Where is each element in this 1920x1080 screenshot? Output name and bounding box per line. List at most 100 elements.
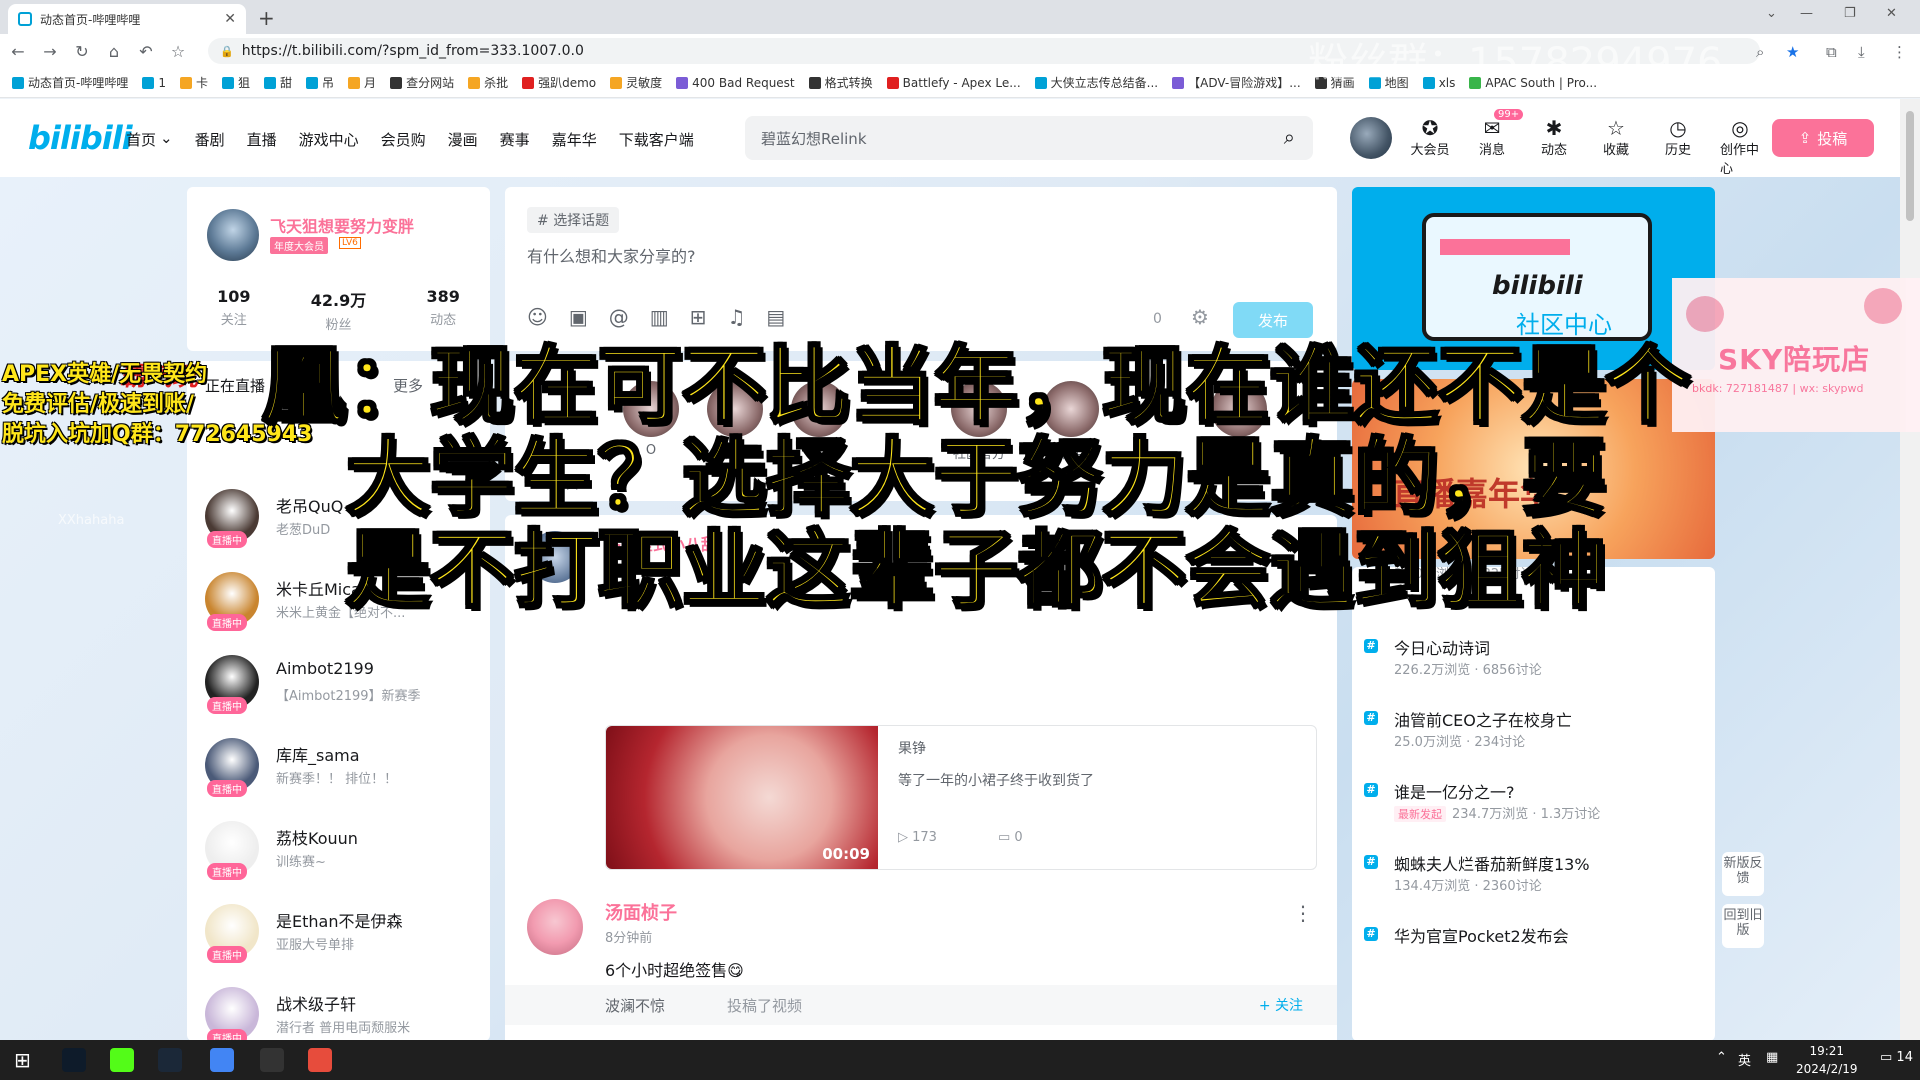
nav-link[interactable]: 会员购 [381,129,426,150]
settings-icon[interactable]: ⚙ [1191,305,1209,329]
nav-link[interactable]: 赛事 [500,129,530,150]
bookmark-item[interactable]: 灵敏度 [610,74,662,91]
live-item[interactable]: 直播中 荔枝Kouun 训练赛~ [205,821,485,891]
live-item[interactable]: 直播中 是Ethan不是伊森 亚服大号单排 [205,904,485,974]
header-dynamic-button[interactable]: ✱ 动态 [1534,117,1574,177]
image-icon[interactable]: ▣ [569,305,588,329]
scrollbar[interactable] [1900,99,1920,1040]
nav-link[interactable]: 直播 [247,129,277,150]
user-card-avatar[interactable] [205,207,261,263]
bilibili-logo[interactable]: bilibili [28,119,133,157]
bookmark-item[interactable]: 400 Bad Request [676,76,795,90]
bookmark-item[interactable]: 格式转换 [808,74,873,91]
clock[interactable]: 19:21 2024/2/19 [1796,1042,1858,1078]
obs-icon[interactable] [260,1048,284,1072]
search-input[interactable]: 碧蓝幻想Relink ⌕ [745,116,1313,160]
close-tab-icon[interactable]: ✕ [224,11,236,27]
ime-grid-icon[interactable]: ▦ [1766,1050,1778,1065]
star-filled-icon[interactable]: ★ [1786,43,1799,61]
restore-icon[interactable]: ❐ [1844,6,1856,21]
header-favorite-button[interactable]: ☆ 收藏 [1596,117,1636,177]
reload-icon[interactable]: ↻ [68,42,96,61]
bookmark-item[interactable]: 月 [348,74,376,91]
minimize-icon[interactable]: — [1800,6,1813,21]
more-options-icon[interactable]: ⋮ [1293,901,1313,925]
app-icon-1[interactable] [62,1048,86,1072]
bookmark-item[interactable]: 动态首页-哔哩哔哩 [12,74,128,91]
browser-tab[interactable]: 动态首页-哔哩哔哩 ✕ [8,4,246,34]
bookmark-item[interactable]: 卡 [179,74,208,91]
gift-icon[interactable]: ⊞ [690,305,707,329]
live-name[interactable]: 库库_sama [276,742,360,766]
user-name[interactable]: 飞天狙想要努力变胖 [270,213,414,237]
user-stat[interactable]: 42.9万 粉丝 [311,287,366,333]
bookmark-item[interactable]: 1 [142,76,166,90]
live-name[interactable]: 是Ethan不是伊森 [276,908,402,932]
bookmark-item[interactable]: 【ADV-冒险游戏】... [1172,74,1301,91]
chrome-icon[interactable] [210,1048,234,1072]
at-icon[interactable]: @ [609,305,629,329]
compose-input[interactable]: 有什么想和大家分享的? [527,243,696,267]
schedule-icon[interactable]: ▤ [766,305,785,329]
notification-icon[interactable]: ▭ 14 [1880,1050,1913,1065]
download-icon[interactable]: ⤓ [1858,43,1865,61]
forward-icon[interactable]: → [36,42,64,61]
chevron-down-icon[interactable]: ⌄ [160,129,173,150]
emoji-icon[interactable]: ☺ [527,305,548,329]
home-icon[interactable]: ⌂ [100,42,128,61]
feedback-button[interactable]: 新版反馈 [1722,852,1764,896]
publish-button[interactable]: 发布 [1233,302,1313,338]
header-vip-button[interactable]: ✪ 大会员 [1410,117,1450,177]
live-item[interactable]: 直播中 库库_sama 新赛季！！ 排位！！ [205,738,485,808]
topic-select-button[interactable]: # 选择话题 [527,207,620,233]
forwarded-post[interactable]: 波澜不惊 投稿了视频 + 关注 [505,985,1337,1025]
nav-link[interactable]: 番剧 [195,129,225,150]
scrollbar-thumb[interactable] [1906,111,1914,221]
nav-link[interactable]: 首页 [126,129,156,150]
vote-icon[interactable]: ▥ [650,305,669,329]
live-name[interactable]: 战术级子轩 [276,991,356,1015]
tab-search-icon[interactable]: ⌄ [1766,6,1777,21]
netease-music-icon[interactable] [308,1048,332,1072]
ime-lang[interactable]: 英 [1738,1050,1751,1069]
live-name[interactable]: Aimbot2199 [276,659,374,678]
bookmark-item[interactable]: 甜 [264,74,292,91]
bookmark-star-icon[interactable]: ☆ [164,42,192,61]
nav-link[interactable]: 嘉年华 [552,129,597,150]
nav-link[interactable]: 游戏中心 [299,129,359,150]
upload-button[interactable]: ⇪ 投稿 [1772,119,1874,157]
reminder-icon[interactable]: ♫ [727,305,745,329]
bookmark-item[interactable]: 查分网站 [390,74,454,91]
close-window-icon[interactable]: ✕ [1886,6,1897,21]
bookmark-item[interactable]: 狙 [222,74,250,91]
user-stat[interactable]: 389 动态 [426,287,459,333]
user-avatar[interactable] [1350,117,1392,159]
feed2-avatar[interactable] [527,899,583,955]
extensions-icon[interactable]: ⧉ [1826,43,1837,61]
steam-icon[interactable] [158,1048,182,1072]
kook-icon[interactable] [110,1048,134,1072]
bookmark-item[interactable]: 强趴demo [522,74,596,91]
live-item[interactable]: 直播中 Aimbot2199 【Aimbot2199】新赛季 [205,655,485,725]
menu-icon[interactable]: ⋮ [1892,43,1907,61]
nav-link[interactable]: 漫画 [448,129,478,150]
live-item[interactable]: 直播中 战术级子轩 潜行者 普用电両颓服米 [205,987,485,1040]
user-stat[interactable]: 109 关注 [217,287,250,333]
follow-button[interactable]: + 关注 [1259,995,1303,1015]
bookmark-item[interactable]: 杀批 [468,74,508,91]
old-version-button[interactable]: 回到旧版 [1722,904,1764,948]
bookmark-item[interactable]: Battlefy - Apex Le... [886,76,1021,90]
new-tab-button[interactable]: + [258,6,275,30]
undo-icon[interactable]: ↶ [132,42,160,61]
zoom-icon[interactable]: ⌕ [1756,43,1764,61]
feed2-author[interactable]: 汤面桢子 [605,899,677,925]
video-title[interactable]: 果铮 [898,738,926,758]
bookmark-item[interactable]: 吊 [306,74,334,91]
header-history-button[interactable]: ◷ 历史 [1658,117,1698,177]
back-icon[interactable]: ← [4,42,32,61]
live-name[interactable]: 荔枝Kouun [276,825,358,849]
header-message-button[interactable]: ✉ 消息 99+ [1472,109,1524,177]
tray-up-icon[interactable]: ⌃ [1716,1050,1727,1065]
header-creator-button[interactable]: ◎ 创作中心 [1720,117,1760,177]
nav-link[interactable]: 下载客户端 [619,129,694,150]
